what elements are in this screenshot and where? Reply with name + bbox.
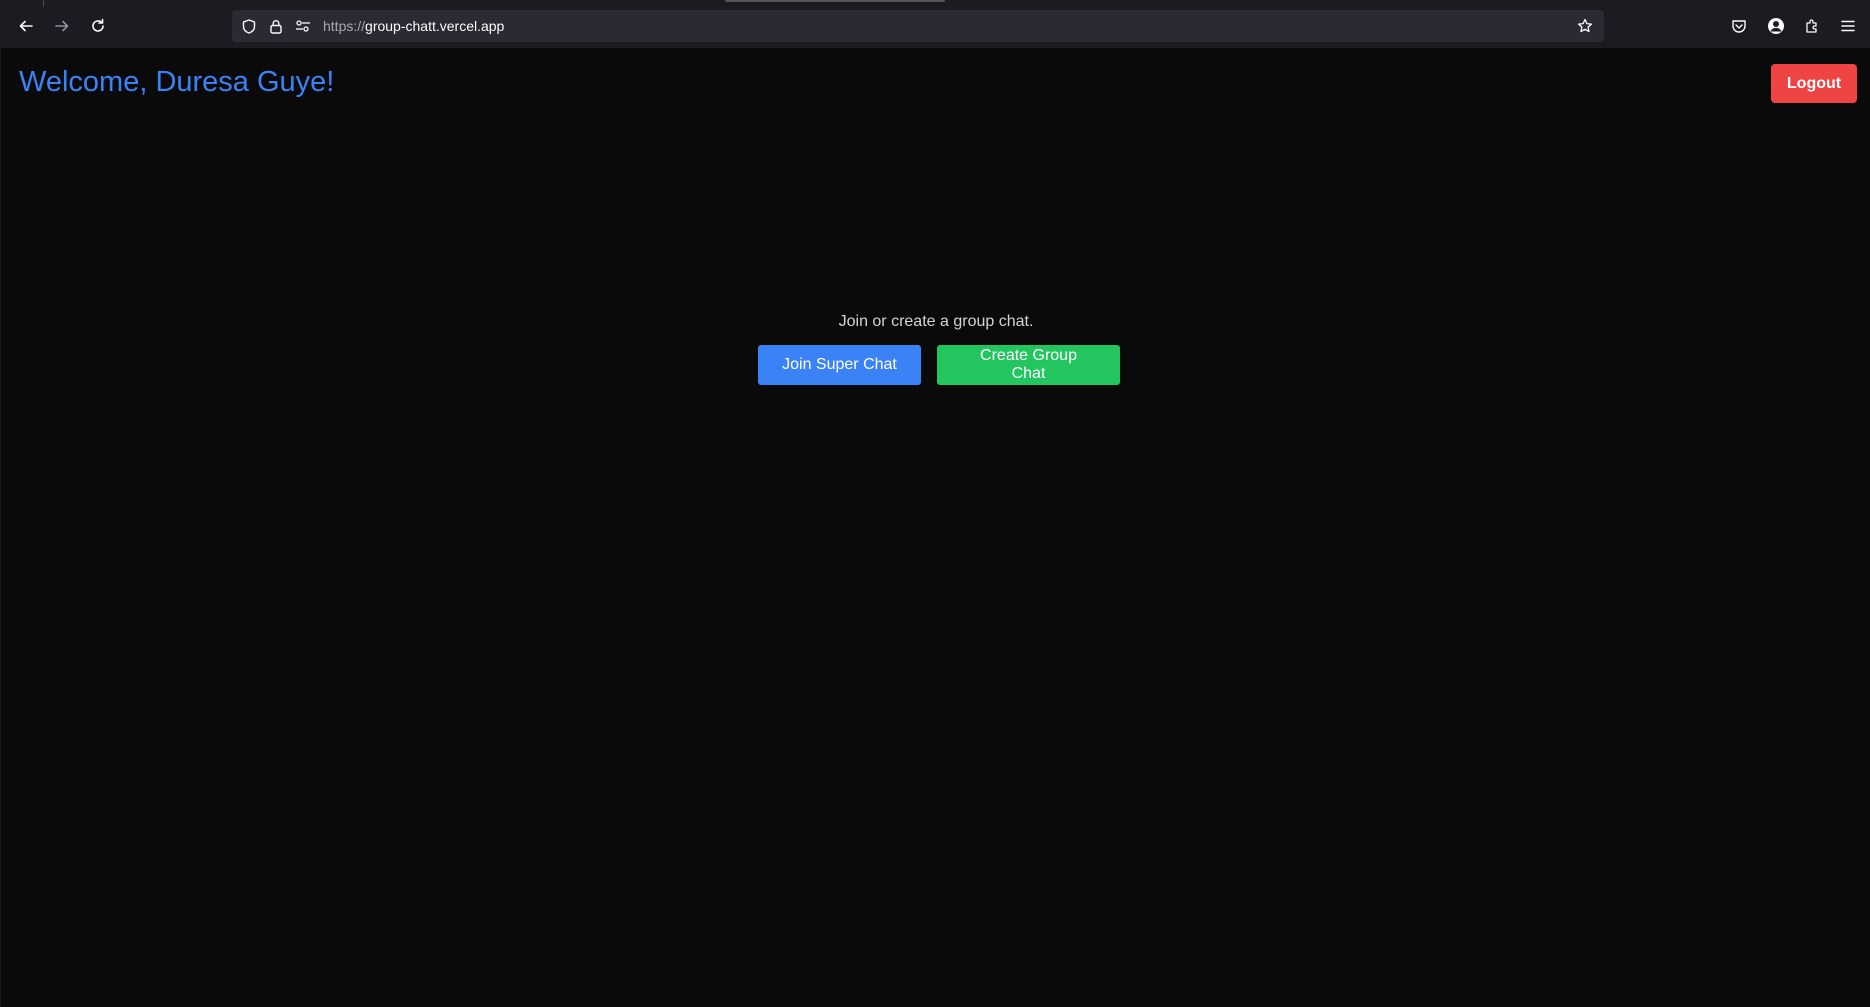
url-text[interactable]: https://group-chatt.vercel.app: [323, 18, 504, 34]
url-scheme: https://: [323, 18, 366, 34]
tab-strip: [0, 0, 1870, 9]
hamburger-menu-icon[interactable]: [1835, 13, 1861, 39]
logout-button[interactable]: Logout: [1771, 64, 1857, 103]
page-content: Welcome, Duresa Guye! Logout Join or cre…: [0, 48, 1870, 1007]
bookmark-star-icon[interactable]: [1574, 15, 1596, 37]
browser-toolbar: https://group-chatt.vercel.app: [0, 0, 1870, 49]
create-group-chat-button[interactable]: Create Group Chat: [937, 345, 1120, 385]
active-tab-indicator[interactable]: [725, 0, 945, 2]
url-bar[interactable]: https://group-chatt.vercel.app: [232, 10, 1604, 42]
tracking-protection-shield-icon[interactable]: [239, 16, 259, 36]
pocket-icon[interactable]: [1726, 13, 1752, 39]
chat-prompt: Join or create a group chat.: [838, 313, 1034, 330]
extensions-icon[interactable]: [1799, 13, 1825, 39]
chat-button-row: Join Super Chat Create Group Chat: [1, 345, 1870, 385]
permissions-icon[interactable]: [293, 16, 313, 36]
url-host: group-chatt.vercel.app: [365, 18, 505, 34]
chat-options: Join or create a group chat. Join Super …: [1, 313, 1870, 385]
account-icon[interactable]: [1763, 13, 1789, 39]
reload-icon[interactable]: [84, 12, 112, 40]
welcome-heading: Welcome, Duresa Guye!: [19, 66, 335, 98]
lock-icon[interactable]: [266, 16, 286, 36]
join-super-chat-button[interactable]: Join Super Chat: [758, 345, 921, 385]
tab-divider: [43, 0, 44, 7]
forward-arrow-icon[interactable]: [48, 12, 76, 40]
back-arrow-icon[interactable]: [12, 12, 40, 40]
